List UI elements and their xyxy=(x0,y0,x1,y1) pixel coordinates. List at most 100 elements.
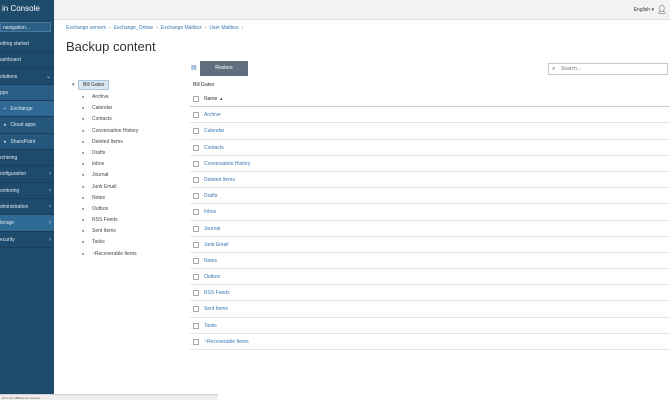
tree-root-node[interactable]: ▾ Bill Gates xyxy=(72,80,187,91)
sidebar-item-administration[interactable]: dministration › xyxy=(0,199,54,216)
tree-item[interactable]: ■ Junk Email xyxy=(72,181,187,192)
item-link[interactable]: Calendar xyxy=(204,123,224,139)
sidebar-item-monitoring[interactable]: onitoring › xyxy=(0,183,54,199)
table-header-row: Name ▲ xyxy=(190,91,670,108)
item-link[interactable]: Archive xyxy=(204,107,221,123)
tree-item-label[interactable]: Outbox xyxy=(92,206,108,212)
tree-item[interactable]: ■ Drafts xyxy=(72,147,187,158)
sidebar-item-label: Exchange xyxy=(10,106,33,113)
tree-item-label[interactable]: Sent Items xyxy=(92,228,116,234)
tree-root-label[interactable]: Bill Gates xyxy=(78,80,110,90)
item-link[interactable]: ~Recoverable Items xyxy=(204,334,249,350)
restore-button[interactable]: Restore xyxy=(200,61,248,76)
item-link[interactable]: Drafts xyxy=(204,188,217,204)
chevron-right-icon: › xyxy=(49,203,51,210)
tree-item-label[interactable]: RSS Feeds xyxy=(92,217,118,223)
panel-toggle-icon[interactable]: ▤ xyxy=(191,64,197,71)
row-checkbox[interactable] xyxy=(193,306,199,313)
navigation-search-input[interactable]: navigation... xyxy=(0,22,51,32)
row-checkbox[interactable] xyxy=(193,128,199,135)
row-checkbox[interactable] xyxy=(193,322,199,329)
search-box[interactable]: ⌕ xyxy=(548,63,668,75)
tree-item[interactable]: ■ ~Recoverable Items xyxy=(72,248,187,259)
sidebar-item-apps[interactable]: pps xyxy=(0,84,54,102)
tree-item[interactable]: ■ Journal xyxy=(72,169,187,180)
user-icon[interactable]: 👤︎ xyxy=(657,5,667,14)
breadcrumb-item[interactable]: Exchange Mailbox xyxy=(161,25,202,31)
row-checkbox[interactable] xyxy=(193,338,199,345)
sidebar-item-security[interactable]: ecurity › xyxy=(0,232,54,248)
sidebar-item-sharepoint[interactable]: ▸ SharePoint xyxy=(0,133,54,151)
tree-item-label[interactable]: Deleted Items xyxy=(92,139,123,145)
folder-bullet-icon: ■ xyxy=(82,205,85,211)
tree-item[interactable]: ■ Tasks xyxy=(72,236,187,247)
sidebar-item-configuration[interactable]: onfiguration › xyxy=(0,166,54,183)
tree-item[interactable]: ■ Calendar xyxy=(72,102,187,113)
row-checkbox[interactable] xyxy=(193,257,199,264)
select-all-checkbox[interactable] xyxy=(193,96,199,102)
row-checkbox[interactable] xyxy=(193,193,199,200)
row-checkbox[interactable] xyxy=(193,225,199,232)
item-link[interactable]: Sent Items xyxy=(204,301,228,317)
chevron-right-icon: › xyxy=(49,171,51,178)
item-link[interactable]: Notes xyxy=(204,253,217,269)
tree-item[interactable]: ■ Deleted Items xyxy=(72,136,187,147)
tree-item-label[interactable]: Conversation History xyxy=(92,128,138,134)
item-link[interactable]: Outbox xyxy=(204,269,220,285)
tree-item-label[interactable]: Tasks xyxy=(92,239,105,245)
tree-item-label[interactable]: Drafts xyxy=(92,150,105,156)
item-link[interactable]: Deleted Items xyxy=(204,172,235,188)
language-selector[interactable]: English ▾ xyxy=(634,7,654,13)
row-checkbox[interactable] xyxy=(193,241,199,248)
tree-item-label[interactable]: ~Recoverable Items xyxy=(92,251,137,257)
tree-item-label[interactable]: Notes xyxy=(92,195,105,201)
tree-item[interactable]: ■ Sent Items xyxy=(72,225,187,236)
sidebar-item-dashboard[interactable]: ashboard xyxy=(0,52,54,69)
tree-item[interactable]: ■ Contacts xyxy=(72,113,187,124)
row-checkbox[interactable] xyxy=(193,176,199,183)
row-checkbox[interactable] xyxy=(193,290,199,297)
sidebar-item-cloud-apps[interactable]: ▸ Cloud apps xyxy=(0,117,54,134)
row-checkbox[interactable] xyxy=(193,209,199,216)
breadcrumb-item[interactable]: Exchange_Online xyxy=(114,25,153,31)
sidebar-item-getting-started[interactable]: etting started xyxy=(0,36,54,53)
search-input[interactable] xyxy=(561,64,667,74)
item-link[interactable]: Conversation History xyxy=(204,156,250,172)
tree-item-label[interactable]: Inbox xyxy=(92,161,104,167)
column-header-name[interactable]: Name ▲ xyxy=(204,91,223,107)
sidebar-item-exchange[interactable]: ▪ Exchange xyxy=(0,101,54,118)
row-checkbox[interactable] xyxy=(193,144,199,151)
tree-item-label[interactable]: Contacts xyxy=(92,116,112,122)
tree-item[interactable]: ■ Outbox xyxy=(72,203,187,214)
tree-item-label[interactable]: Journal xyxy=(92,172,108,178)
toolbar: ▤ Restore ⌕ xyxy=(188,61,670,76)
tree-item[interactable]: ■ Inbox xyxy=(72,158,187,169)
tree-item[interactable]: ■ Conversation History xyxy=(72,125,187,136)
item-link[interactable]: RSS Feeds xyxy=(204,285,230,301)
row-checkbox[interactable] xyxy=(193,112,199,119)
tree-item[interactable]: ■ Notes xyxy=(72,192,187,203)
item-link[interactable]: Contacts xyxy=(204,140,224,156)
tree-item[interactable]: ■ RSS Feeds xyxy=(72,214,187,225)
sharepoint-icon: ▸ xyxy=(4,138,7,145)
tree-item[interactable]: ■ Archive xyxy=(72,91,187,102)
sidebar-item-archiving[interactable]: rchiving xyxy=(0,150,54,167)
item-link[interactable]: Tasks xyxy=(204,318,217,334)
row-checkbox[interactable] xyxy=(193,160,199,167)
sidebar-item-label: Cloud apps xyxy=(10,122,36,129)
tree-item-label[interactable]: Calendar xyxy=(92,105,112,111)
tree-item-label[interactable]: Archive xyxy=(92,94,109,100)
breadcrumb-item[interactable]: User Mailbox xyxy=(209,25,238,31)
item-link[interactable]: Junk Email xyxy=(204,237,228,253)
item-link[interactable]: Journal xyxy=(204,221,220,237)
table-row: Conversation History xyxy=(190,156,670,172)
breadcrumb-item[interactable]: Exchange servers xyxy=(66,25,106,31)
sidebar-item-storage[interactable]: torage › xyxy=(0,215,54,232)
row-checkbox[interactable] xyxy=(193,274,199,281)
sidebar-item-label: dministration xyxy=(0,203,29,210)
table-row: Journal xyxy=(190,221,670,237)
sidebar-item-solutions[interactable]: olutions ⌄ xyxy=(0,69,54,85)
tree-item-label[interactable]: Junk Email xyxy=(92,184,116,190)
item-link[interactable]: Inbox xyxy=(204,204,216,220)
folder-bullet-icon: ■ xyxy=(82,116,85,122)
